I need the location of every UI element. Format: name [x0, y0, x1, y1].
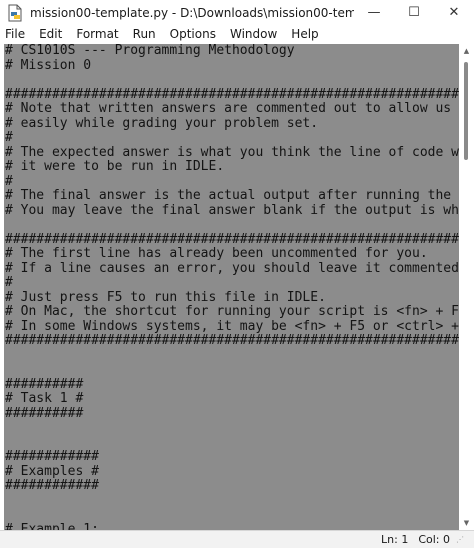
minimize-button[interactable]: —: [354, 0, 394, 25]
menu-window[interactable]: Window: [223, 25, 284, 44]
code-line[interactable]: ########################################…: [5, 87, 459, 103]
code-line[interactable]: ############: [5, 449, 459, 465]
code-line[interactable]: ##########: [5, 377, 459, 393]
code-line[interactable]: # The first line has already been uncomm…: [5, 246, 459, 262]
python-file-icon: [8, 4, 22, 21]
menu-bar: File Edit Format Run Options Window Help: [0, 25, 474, 44]
menu-format[interactable]: Format: [69, 25, 125, 44]
close-button[interactable]: ✕: [434, 0, 474, 25]
code-line[interactable]: # it were to be run in IDLE.: [5, 159, 459, 175]
menu-run[interactable]: Run: [126, 25, 163, 44]
code-line[interactable]: #: [5, 275, 459, 291]
code-line[interactable]: # easily while grading your problem set.: [5, 116, 459, 132]
window-title: mission00-template.py - D:\Downloads\mis…: [30, 5, 354, 20]
vertical-scrollbar[interactable]: ▲ ▼: [459, 44, 474, 530]
code-line[interactable]: # Mission 0: [5, 58, 459, 74]
maximize-button[interactable]: ☐: [394, 0, 434, 25]
code-line[interactable]: [5, 508, 459, 523]
code-line[interactable]: [5, 363, 459, 378]
menu-edit[interactable]: Edit: [32, 25, 69, 44]
code-line[interactable]: # Note that written answers are commente…: [5, 101, 459, 117]
code-line[interactable]: [5, 436, 459, 451]
code-line[interactable]: # In some Windows systems, it may be <fn…: [5, 319, 459, 335]
code-line[interactable]: # You may leave the final answer blank i…: [5, 203, 459, 219]
scroll-thumb[interactable]: [464, 62, 468, 160]
code-line[interactable]: [5, 349, 459, 364]
code-line[interactable]: # If a line causes an error, you should …: [5, 261, 459, 277]
code-line[interactable]: # Examples #: [5, 464, 459, 480]
menu-help[interactable]: Help: [284, 25, 325, 44]
code-line[interactable]: [5, 218, 459, 233]
code-line[interactable]: # The final answer is the actual output …: [5, 188, 459, 204]
code-line[interactable]: ########################################…: [5, 333, 459, 349]
code-line[interactable]: # Just press F5 to run this file in IDLE…: [5, 290, 459, 306]
scroll-down-arrow-icon[interactable]: ▼: [459, 516, 474, 530]
code-editor[interactable]: # CS1010S --- Programming Methodology # M…: [4, 44, 459, 530]
code-line[interactable]: # The expected answer is what you think …: [5, 145, 459, 161]
column-number: Col: 0: [418, 533, 450, 546]
line-number: Ln: 1: [381, 533, 409, 546]
code-line[interactable]: #: [5, 174, 459, 190]
resize-grip-icon[interactable]: ⋰: [456, 535, 464, 544]
code-line[interactable]: # On Mac, the shortcut for running your …: [5, 304, 459, 320]
code-line[interactable]: #: [5, 130, 459, 146]
code-line[interactable]: [5, 421, 459, 436]
menu-options[interactable]: Options: [163, 25, 223, 44]
title-bar: mission00-template.py - D:\Downloads\mis…: [0, 0, 474, 25]
code-line[interactable]: [5, 494, 459, 509]
code-text[interactable]: # CS1010S --- Programming Methodology # M…: [4, 44, 459, 530]
code-line[interactable]: ############: [5, 478, 459, 494]
code-line[interactable]: # CS1010S --- Programming Methodology: [5, 44, 459, 59]
code-line[interactable]: ##########: [5, 406, 459, 422]
code-line[interactable]: ########################################…: [5, 232, 459, 248]
scroll-up-arrow-icon[interactable]: ▲: [459, 44, 474, 58]
code-line[interactable]: # Example 1:: [5, 522, 459, 530]
menu-file[interactable]: File: [0, 25, 32, 44]
status-bar: Ln: 1 Col: 0 ⋰: [0, 530, 474, 548]
code-line[interactable]: # Task 1 #: [5, 391, 459, 407]
code-line[interactable]: [5, 73, 459, 88]
